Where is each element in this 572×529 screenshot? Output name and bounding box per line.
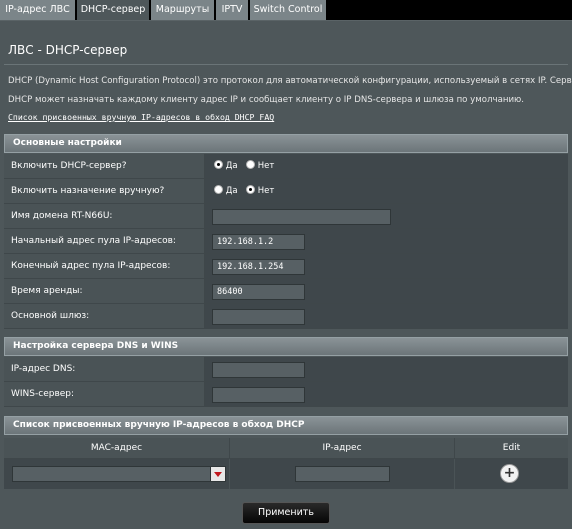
pool-end-label: Конечный адрес пула IP-адресов: [4, 254, 205, 278]
wins-input[interactable] [212, 387, 305, 403]
description-line-2: DHCP может назначать каждому клиенту адр… [8, 95, 525, 105]
enable-manual-label: Включить назначение вручную? [4, 179, 205, 203]
faq-link[interactable]: Список присвоенных вручную IP-адресов в … [8, 112, 274, 122]
dropdown-arrow-icon[interactable] [210, 467, 225, 481]
row-pool-start: Начальный адрес пула IP-адресов: 192.168… [4, 229, 568, 254]
domain-label: Имя домена RT-N66U: [4, 204, 205, 228]
tab-iptv[interactable]: IPTV [216, 0, 248, 20]
pool-start-input[interactable]: 192.168.1.2 [212, 234, 305, 250]
section-basic-settings: Основные настройки [4, 134, 568, 153]
manual-ip-input[interactable] [295, 466, 390, 482]
row-wins-server: WINS-сервер: [4, 382, 568, 407]
lease-time-input[interactable]: 86400 [212, 284, 305, 300]
tab-dhcp-server[interactable]: DHCP-сервер [77, 0, 149, 20]
manual-yes-radio[interactable]: Да [214, 185, 238, 197]
section-manual-list: Список присвоенных вручную IP-адресов в … [4, 416, 568, 435]
enable-dhcp-label: Включить DHCP-сервер? [4, 154, 205, 178]
wins-label: WINS-сервер: [4, 382, 205, 406]
manual-list-header: MAC-адрес IP-адрес Edit [4, 438, 568, 459]
row-lease-time: Время аренды: 86400 [4, 279, 568, 304]
col-edit-header: Edit [502, 443, 521, 453]
dns-ip-input[interactable] [212, 362, 305, 378]
tab-routes[interactable]: Маршруты [151, 0, 214, 20]
manual-list-input-row: + [4, 459, 568, 489]
page-title: ЛВС - DHCP-сервер [8, 43, 128, 57]
col-mac-header: MAC-адрес [4, 438, 230, 459]
lease-time-label: Время аренды: [4, 279, 205, 303]
radio-selected-icon [214, 160, 223, 169]
radio-unselected-icon [246, 160, 255, 169]
tab-switch-control[interactable]: Switch Control [250, 0, 326, 20]
tab-lan-ip[interactable]: IP-адрес ЛВС [0, 0, 75, 20]
dns-ip-label: IP-адрес DNS: [4, 357, 205, 381]
dhcp-no-radio[interactable]: Нет [246, 160, 274, 172]
radio-unselected-icon [214, 185, 223, 194]
dhcp-yes-radio[interactable]: Да [214, 160, 238, 172]
gateway-input[interactable] [212, 309, 305, 325]
domain-input[interactable] [212, 209, 391, 225]
radio-selected-icon [246, 185, 255, 194]
row-enable-dhcp: Включить DHCP-сервер? Да Нет [4, 154, 568, 179]
gateway-label: Основной шлюз: [4, 304, 205, 328]
mac-address-select[interactable] [12, 466, 226, 482]
section-dns-wins: Настройка сервера DNS и WINS [4, 337, 568, 356]
row-dns-ip: IP-адрес DNS: [4, 357, 568, 382]
apply-button[interactable]: Применить [242, 502, 330, 524]
description-line-1: DHCP (Dynamic Host Configuration Protoco… [8, 76, 572, 86]
pool-start-label: Начальный адрес пула IP-адресов: [4, 229, 205, 253]
tab-bar: IP-адрес ЛВС DHCP-сервер Маршруты IPTV S… [0, 0, 572, 20]
row-enable-manual: Включить назначение вручную? Да Нет [4, 179, 568, 204]
row-domain-name: Имя домена RT-N66U: [4, 204, 568, 229]
manual-no-radio[interactable]: Нет [246, 185, 274, 197]
row-default-gateway: Основной шлюз: [4, 304, 568, 329]
pool-end-input[interactable]: 192.168.1.254 [212, 259, 305, 275]
col-ip-header: IP-адрес [230, 438, 455, 459]
title-divider [4, 64, 568, 65]
add-entry-plus-icon[interactable]: + [500, 464, 519, 483]
row-pool-end: Конечный адрес пула IP-адресов: 192.168.… [4, 254, 568, 279]
